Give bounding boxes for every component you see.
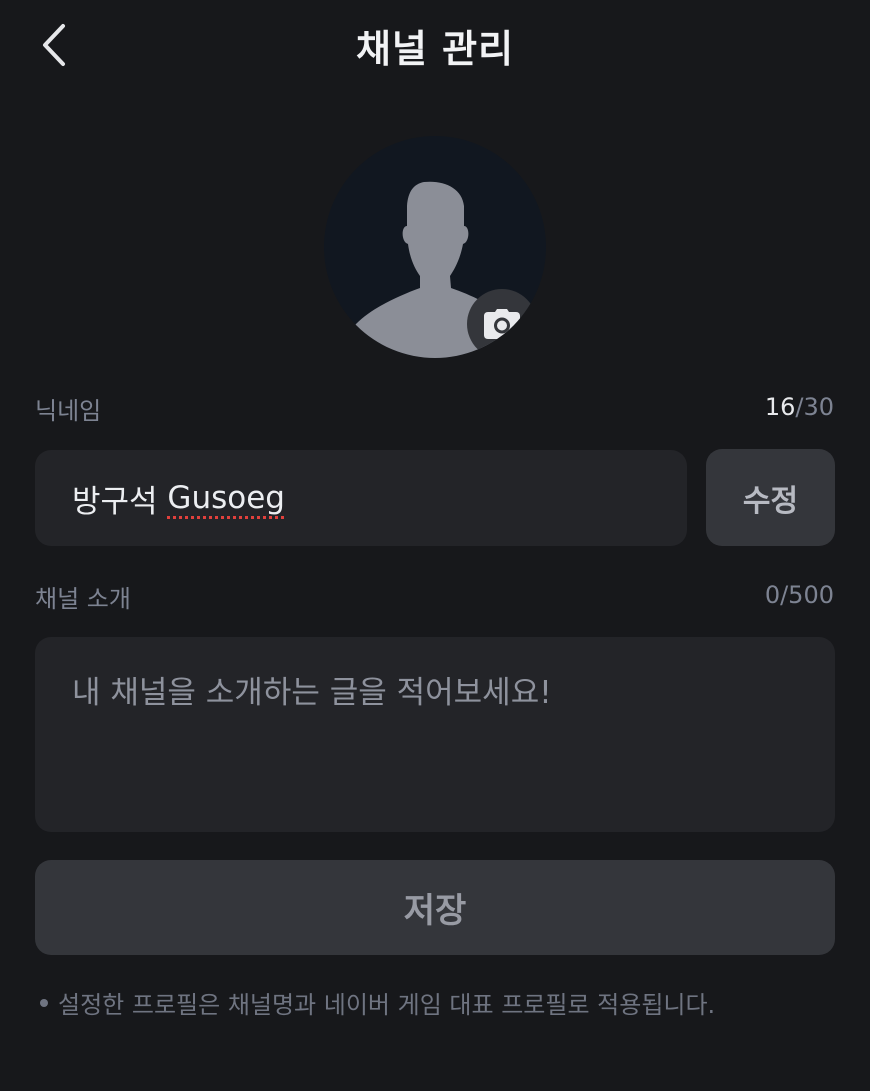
nickname-value-word: Gusoeg <box>167 480 285 516</box>
save-button[interactable]: 저장 <box>35 860 835 955</box>
avatar-section <box>324 136 546 358</box>
intro-placeholder: 내 채널을 소개하는 글을 적어보세요! <box>72 675 552 711</box>
nickname-counter: 16/30 <box>765 393 834 421</box>
intro-label: 채널 소개 <box>35 585 131 613</box>
camera-icon <box>484 309 520 339</box>
nickname-input[interactable]: 방구석 Gusoeg <box>35 450 687 546</box>
nickname-count-max: /30 <box>795 393 834 421</box>
page-title: 채널 관리 <box>355 27 515 71</box>
avatar[interactable] <box>324 136 546 358</box>
profile-note: 설정한 프로필은 채널명과 네이버 게임 대표 프로필로 적용됩니다. <box>40 985 715 1020</box>
intro-textarea[interactable]: 내 채널을 소개하는 글을 적어보세요! <box>35 637 835 832</box>
nickname-label: 닉네임 <box>35 397 102 425</box>
nickname-count-current: 16 <box>764 393 796 421</box>
nickname-value-prefix: 방구석 <box>72 483 168 520</box>
bullet-icon <box>40 998 48 1007</box>
edit-button[interactable]: 수정 <box>706 449 835 546</box>
change-photo-button[interactable] <box>467 289 537 358</box>
header: 채널 관리 <box>0 0 870 92</box>
intro-counter: 0/500 <box>764 581 834 609</box>
profile-note-text: 설정한 프로필은 채널명과 네이버 게임 대표 프로필로 적용됩니다. <box>58 991 716 1019</box>
